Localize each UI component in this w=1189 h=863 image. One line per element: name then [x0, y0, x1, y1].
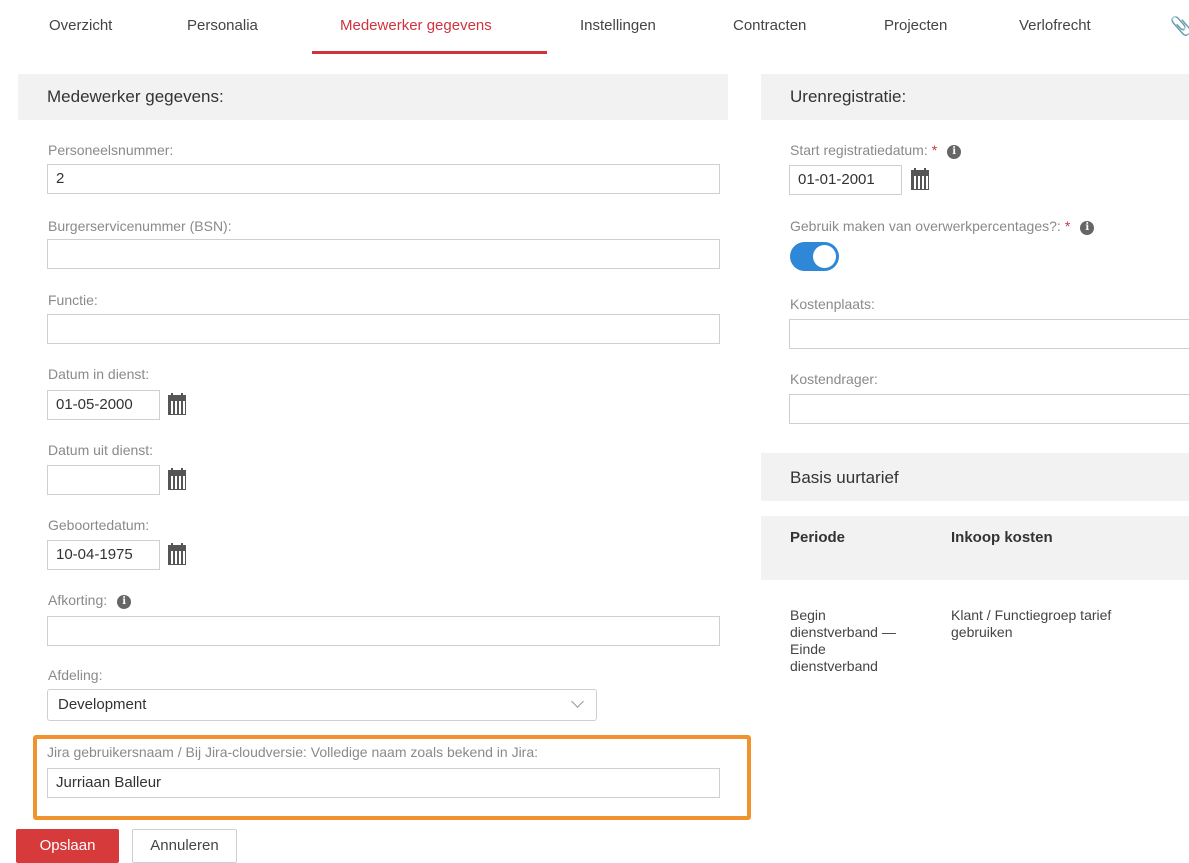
section-title: Urenregistratie: [790, 87, 907, 106]
kostendrager-input[interactable] [789, 394, 1189, 424]
jira-label: Jira gebruikersnaam / Bij Jira-cloudvers… [47, 744, 539, 760]
start-registratiedatum-label-row: Start registratiedatum: * i [790, 142, 962, 159]
chevron-down-icon [571, 695, 584, 708]
calendar-icon[interactable] [166, 543, 188, 565]
info-icon[interactable]: i [1080, 221, 1095, 235]
info-icon[interactable]: i [117, 595, 132, 609]
tab-personalia[interactable]: Personalia [187, 17, 258, 34]
paperclip-icon[interactable]: 📎 [1170, 16, 1189, 37]
periode-line: Begin [790, 607, 826, 623]
toggle-knob [813, 245, 836, 268]
functie-label: Functie: [48, 292, 98, 308]
column-header-periode: Periode [790, 529, 846, 546]
section-header-urenregistratie: Urenregistratie: [761, 74, 1189, 120]
calendar-icon[interactable] [909, 168, 931, 190]
inkoop-line: Klant / Functiegroep tarief [951, 607, 1112, 623]
save-button[interactable]: Opslaan [16, 829, 119, 863]
active-tab-indicator [312, 51, 547, 54]
calendar-icon[interactable] [166, 468, 188, 490]
start-registratiedatum-input[interactable]: 01-01-2001 [789, 165, 902, 195]
calendar-icon[interactable] [166, 393, 188, 415]
afdeling-select[interactable]: Development [47, 689, 597, 721]
periode-line: Einde [790, 641, 826, 657]
bsn-input[interactable] [47, 239, 720, 269]
section-title: Medewerker gegevens: [47, 87, 224, 106]
tab-contracten[interactable]: Contracten [733, 17, 806, 34]
tab-bar: Overzicht Personalia Medewerker gegevens… [0, 0, 1189, 56]
column-header-inkoop-kosten: Inkoop kosten [951, 529, 1053, 546]
section-header-medewerker-gegevens: Medewerker gegevens: [18, 74, 728, 120]
periode-line: dienstverband — [790, 624, 896, 640]
afkorting-label-row: Afkorting: i [48, 592, 132, 609]
tab-projecten[interactable]: Projecten [884, 17, 947, 34]
datum-in-dienst-label: Datum in dienst: [48, 366, 150, 382]
personeelsnummer-label: Personeelsnummer: [48, 142, 174, 158]
table-header-row [761, 516, 1189, 580]
start-registratiedatum-label: Start registratiedatum: [790, 142, 928, 158]
geboortedatum-label: Geboortedatum: [48, 517, 150, 533]
required-marker: * [931, 142, 938, 158]
afdeling-selected-value: Development [58, 696, 147, 713]
section-title: Basis uurtarief [790, 468, 899, 487]
geboortedatum-input[interactable]: 10-04-1975 [47, 540, 160, 570]
kostenplaats-input[interactable] [789, 319, 1189, 349]
overwerk-toggle[interactable] [790, 242, 839, 271]
info-icon[interactable]: i [947, 145, 962, 159]
jira-username-input[interactable]: Jurriaan Balleur [47, 768, 720, 798]
tab-medewerker-gegevens[interactable]: Medewerker gegevens [340, 17, 492, 34]
section-header-basis-uurtarief: Basis uurtarief [761, 453, 1189, 501]
tab-instellingen[interactable]: Instellingen [580, 17, 656, 34]
afkorting-input[interactable] [47, 616, 720, 646]
kostenplaats-label: Kostenplaats: [790, 296, 875, 312]
tab-overzicht[interactable]: Overzicht [49, 17, 112, 34]
datum-in-dienst-input[interactable]: 01-05-2000 [47, 390, 160, 420]
inkoop-line: gebruiken [951, 624, 1013, 640]
datum-uit-dienst-label: Datum uit dienst: [48, 442, 154, 458]
personeelsnummer-input[interactable]: 2 [47, 164, 720, 194]
afdeling-label: Afdeling: [48, 667, 103, 683]
cancel-button[interactable]: Annuleren [132, 829, 237, 863]
kostendrager-label: Kostendrager: [790, 371, 878, 387]
periode-line: dienstverband [790, 658, 878, 674]
datum-uit-dienst-input[interactable] [47, 465, 160, 495]
functie-input[interactable] [47, 314, 720, 344]
required-marker: * [1064, 218, 1071, 234]
table-cell-inkoop-kosten: Klant / Functiegroep tarief gebruiken [951, 607, 1111, 641]
tab-verlofrecht[interactable]: Verlofrecht [1019, 17, 1091, 34]
bsn-label: Burgerservicenummer (BSN): [48, 218, 232, 234]
afkorting-label: Afkorting: [48, 592, 108, 608]
overwerk-label: Gebruik maken van overwerkpercentages?: [790, 218, 1061, 234]
overwerk-label-row: Gebruik maken van overwerkpercentages?: *… [790, 218, 1095, 235]
table-cell-periode: Begin dienstverband — Einde dienstverban… [790, 607, 896, 675]
